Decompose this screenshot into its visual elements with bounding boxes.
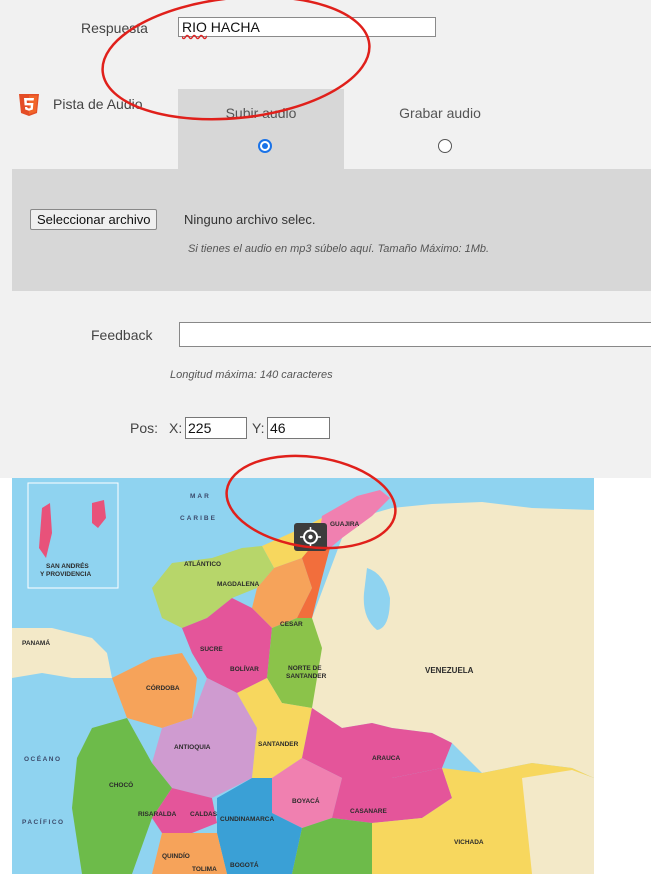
label-tolima: TOLIMA	[192, 866, 217, 873]
label-magdalena: MAGDALENA	[217, 581, 260, 588]
label-cordoba: CÓRDOBA	[146, 683, 180, 692]
respuesta-value-rest: HACHA	[206, 19, 260, 35]
label-san-andres: SAN ANDRÉS	[46, 561, 89, 570]
label-caribe: CARIBE	[180, 515, 217, 522]
label-santander: SANTANDER	[258, 741, 299, 748]
pos-y-label: Y:	[252, 420, 265, 436]
label-providencia: Y PROVIDENCIA	[40, 571, 91, 578]
label-cesar: CESAR	[280, 621, 303, 628]
file-status: Ninguno archivo selec.	[184, 212, 316, 227]
tab-grabar-audio-label: Grabar audio	[399, 105, 481, 121]
pos-x-input[interactable]: 225	[185, 417, 247, 439]
label-oceano: OCÉANO	[24, 754, 62, 763]
label-quindio: QUINDÍO	[162, 851, 190, 860]
feedback-input[interactable]	[179, 322, 651, 347]
upload-panel: Seleccionar archivo Ninguno archivo sele…	[12, 169, 651, 291]
spell-error-word: RIO	[182, 19, 207, 35]
label-norte-santander: SANTANDER	[286, 673, 327, 680]
label-sucre: SUCRE	[200, 646, 223, 653]
crosshair-marker[interactable]	[294, 523, 327, 551]
respuesta-input[interactable]: RIO HACHA	[178, 17, 436, 37]
label-venezuela: VENEZUELA	[425, 666, 474, 675]
pos-label: Pos:	[130, 420, 159, 436]
label-guajira: GUAJIRA	[330, 521, 360, 528]
venezuela-south	[522, 770, 594, 874]
label-antioquia: ANTIOQUIA	[174, 744, 211, 751]
pista-audio-label: Pista de Audio	[53, 96, 143, 112]
label-bogota: BOGOTÁ	[230, 860, 259, 869]
respuesta-label: Respuesta	[81, 20, 148, 36]
label-cundinamarca: CUNDINAMARCA	[220, 816, 274, 823]
question-form: Respuesta RIO HACHA Pista de Audio Subir…	[0, 0, 651, 478]
label-risaralda: RISARALDA	[138, 811, 177, 818]
label-caldas: CALDAS	[190, 811, 218, 818]
label-casanare: CASANARE	[350, 808, 388, 815]
label-atlantico: ATLÁNTICO	[184, 559, 221, 568]
tab-subir-audio-label: Subir audio	[225, 105, 297, 121]
label-bolivar: BOLÍVAR	[230, 664, 259, 673]
colombia-map[interactable]: MAR CARIBE SAN ANDRÉS Y PROVIDENCIA GUAJ…	[12, 478, 594, 874]
html5-icon	[19, 94, 39, 116]
pos-y-input[interactable]: 46	[267, 417, 330, 439]
pos-x-label: X:	[169, 420, 183, 436]
feedback-hint: Longitud máxima: 140 caracteres	[170, 369, 333, 381]
label-panama: PANAMÁ	[22, 638, 50, 647]
subir-audio-radio[interactable]	[258, 139, 272, 153]
grabar-audio-radio[interactable]	[438, 139, 452, 153]
upload-hint: Si tienes el audio en mp3 súbelo aquí. T…	[188, 243, 490, 255]
label-pacifico: PACÍFICO	[22, 817, 65, 826]
tab-subir-audio[interactable]: Subir audio	[178, 89, 344, 169]
label-norte-de: NORTE DE	[288, 665, 322, 672]
select-file-button[interactable]: Seleccionar archivo	[30, 209, 158, 230]
tab-grabar-audio[interactable]: Grabar audio	[350, 89, 530, 169]
label-mar: MAR	[190, 493, 211, 500]
label-vichada: VICHADA	[454, 839, 484, 846]
feedback-label: Feedback	[91, 327, 153, 343]
label-choco: CHOCÓ	[109, 780, 133, 789]
label-boyaca: BOYACÁ	[292, 796, 320, 805]
label-arauca: ARAUCA	[372, 755, 400, 762]
map-svg: MAR CARIBE SAN ANDRÉS Y PROVIDENCIA GUAJ…	[12, 478, 594, 874]
